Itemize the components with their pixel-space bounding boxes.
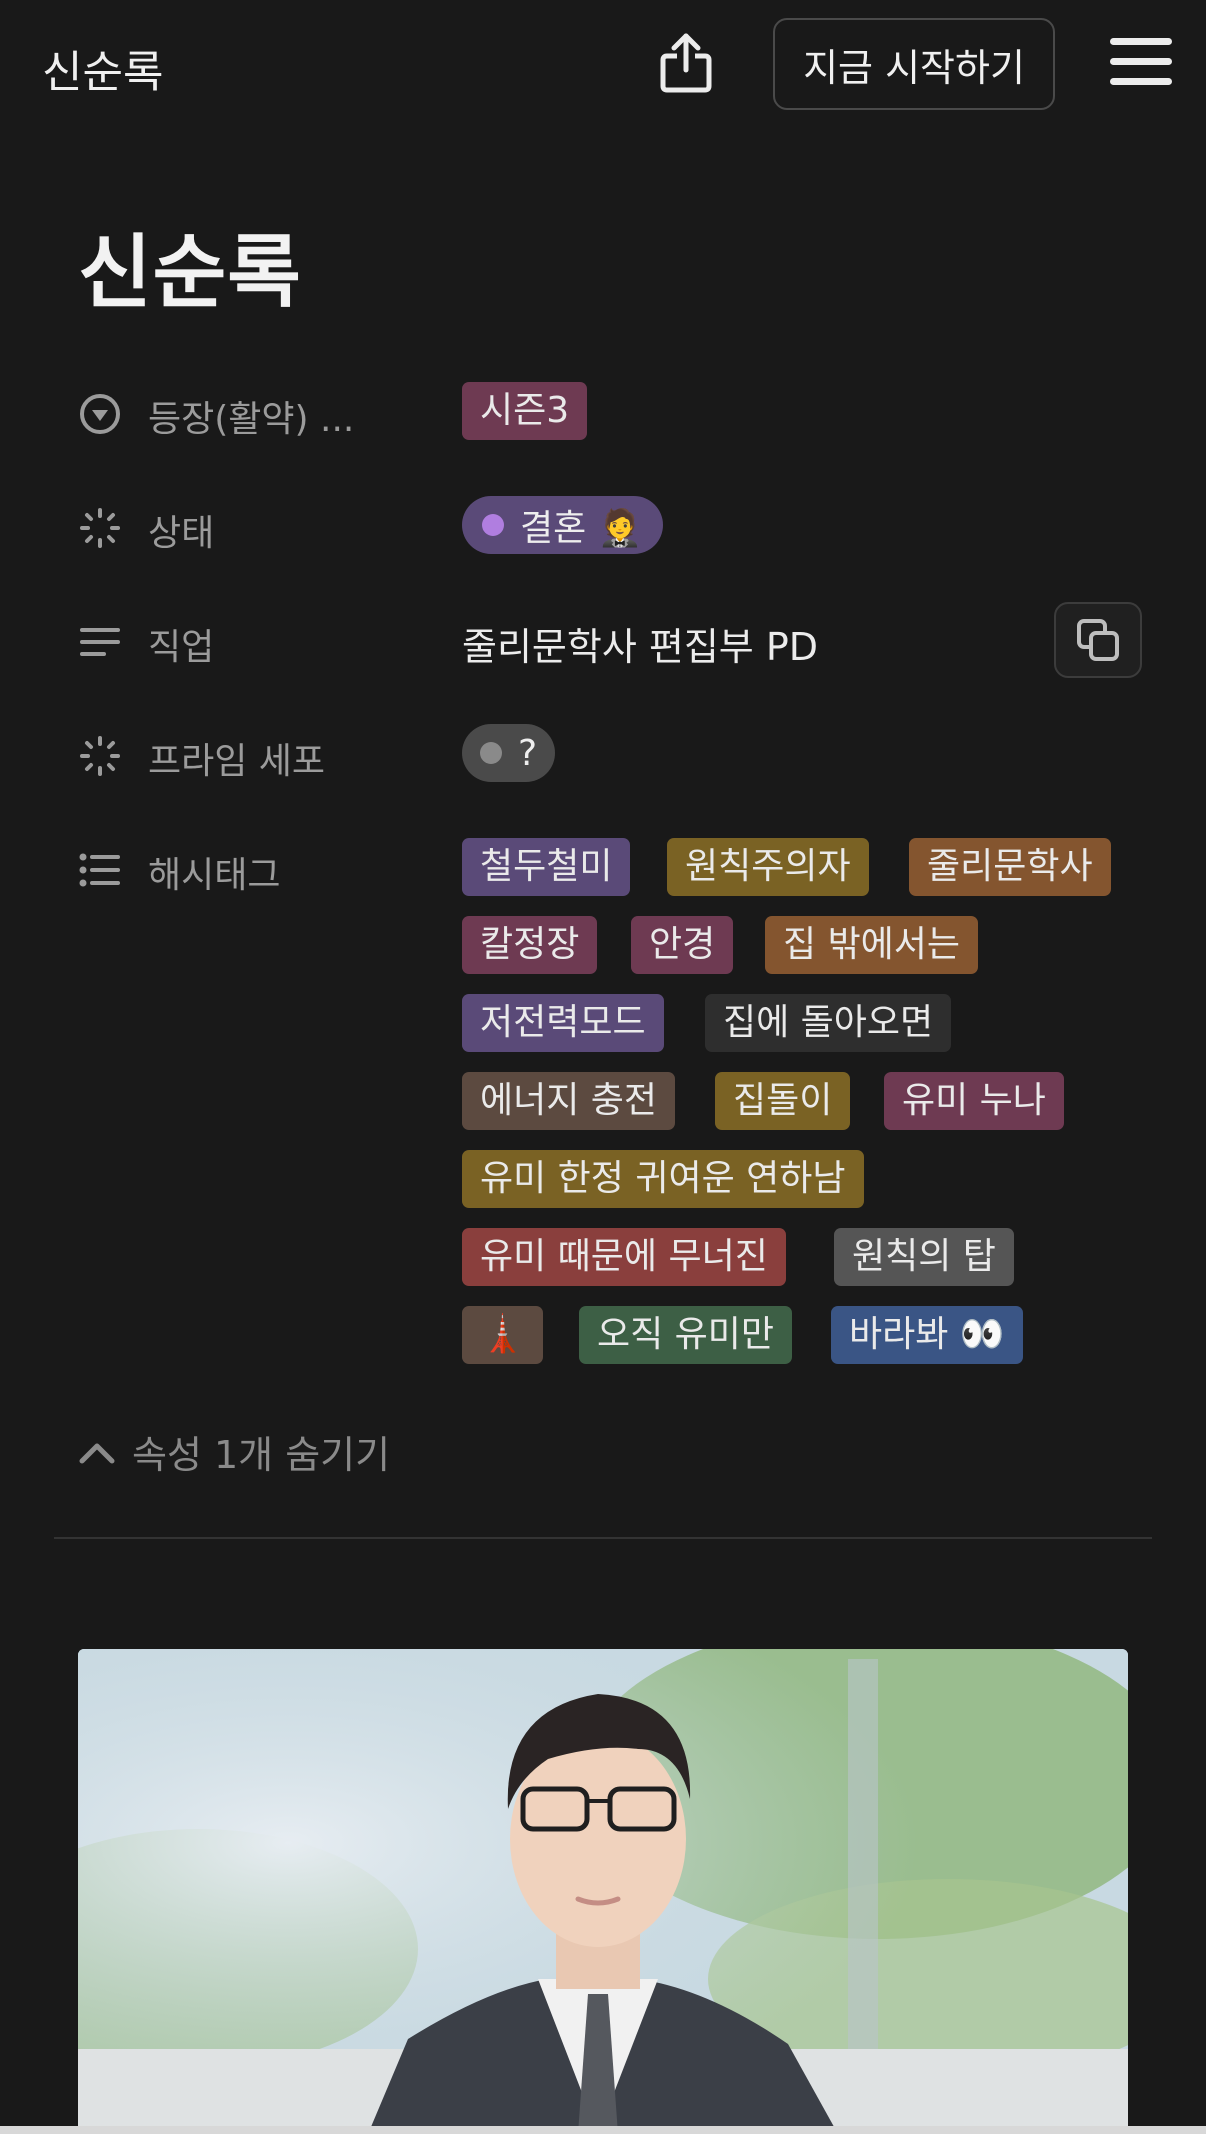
person-photo-illustration — [78, 1649, 1128, 2134]
status-dot — [480, 742, 502, 764]
hashtag-tag[interactable]: 원칙주의자 — [667, 838, 869, 896]
hashtag-list[interactable]: 철두철미 원칙주의자 줄리문학사 칼정장 안경 집 밖에서는 저전력모드 집에 … — [462, 838, 1152, 1378]
start-now-button[interactable]: 지금 시작하기 — [773, 18, 1055, 110]
copy-icon — [1077, 619, 1119, 661]
hide-properties-label: 속성 1개 숨기기 — [132, 1433, 391, 1477]
status-spinner-icon — [80, 736, 120, 776]
hashtag-tag[interactable]: 줄리문학사 — [909, 838, 1111, 896]
bottom-edge — [0, 2126, 1206, 2134]
divider — [54, 1537, 1152, 1539]
hashtag-tag[interactable]: 바라봐 👀 — [831, 1306, 1023, 1364]
hashtag-tag[interactable]: 에너지 충전 — [462, 1072, 676, 1130]
season-tag[interactable]: 시즌3 — [462, 382, 588, 440]
hashtag-tag[interactable]: 원칙의 탑 — [834, 1228, 1014, 1286]
hashtag-tag[interactable]: 유미 누나 — [884, 1072, 1064, 1130]
hashtag-tag[interactable]: 칼정장 — [462, 916, 598, 974]
hashtag-tag[interactable]: 집에 돌아오면 — [705, 994, 952, 1052]
property-value[interactable]: 결혼 🤵 — [462, 496, 663, 554]
hamburger-menu-icon-bar — [1110, 58, 1172, 65]
property-row-appearance: 등장(활약) ... 시즌3 — [78, 382, 1148, 442]
status-text: 결혼 🤵 — [520, 508, 643, 549]
hashtag-tag[interactable]: 철두철미 — [462, 838, 631, 896]
hashtag-tag[interactable]: 오직 유미만 — [579, 1306, 793, 1364]
site-title[interactable]: 신순록 — [42, 36, 163, 100]
hashtag-tag[interactable]: 🗼 — [462, 1306, 543, 1364]
text-lines-icon — [80, 628, 120, 656]
property-value[interactable]: ? — [462, 724, 556, 782]
profile-photo — [78, 1649, 1128, 2134]
list-icon — [79, 853, 120, 887]
hamburger-menu-icon — [1110, 38, 1172, 45]
status-pill[interactable]: ? — [462, 724, 556, 782]
status-text: ? — [518, 732, 538, 774]
copy-button[interactable] — [1054, 602, 1142, 678]
property-value[interactable]: 줄리문학사 편집부 PD — [462, 616, 818, 671]
page-title: 신순록 — [78, 226, 302, 319]
select-circle-icon — [80, 394, 120, 434]
property-label[interactable]: 상태 — [148, 504, 214, 556]
share-icon — [660, 33, 712, 93]
share-button[interactable] — [654, 28, 718, 98]
property-row-status: 상태 결혼 🤵 — [78, 496, 1148, 556]
property-label[interactable]: 직업 — [148, 618, 214, 670]
hashtag-tag[interactable]: 집 밖에서는 — [765, 916, 979, 974]
hashtag-tag[interactable]: 저전력모드 — [462, 994, 664, 1052]
hashtag-tag[interactable]: 유미 때문에 무너진 — [462, 1228, 786, 1286]
status-pill[interactable]: 결혼 🤵 — [462, 496, 663, 554]
property-label[interactable]: 등장(활약) ... — [148, 390, 354, 442]
menu-button[interactable] — [1110, 36, 1176, 90]
hashtag-tag[interactable]: 집돌이 — [715, 1072, 851, 1130]
hamburger-menu-icon-bar — [1110, 78, 1172, 85]
status-spinner-icon — [80, 508, 120, 548]
top-bar: 신순록 지금 시작하기 — [0, 0, 1206, 130]
property-row-job: 직업 줄리문학사 편집부 PD — [78, 610, 1148, 670]
hashtag-tag[interactable]: 안경 — [631, 916, 734, 974]
property-label[interactable]: 해시태그 — [148, 846, 280, 898]
property-row-prime-cell: 프라임 세포 ? — [78, 724, 1148, 784]
hide-properties-toggle[interactable]: 속성 1개 숨기기 — [78, 1424, 390, 1479]
status-dot — [482, 514, 504, 536]
hashtag-tag[interactable]: 유미 한정 귀여운 연하남 — [462, 1150, 864, 1208]
chevron-up-icon — [79, 1443, 115, 1463]
property-label[interactable]: 프라임 세포 — [148, 732, 325, 784]
